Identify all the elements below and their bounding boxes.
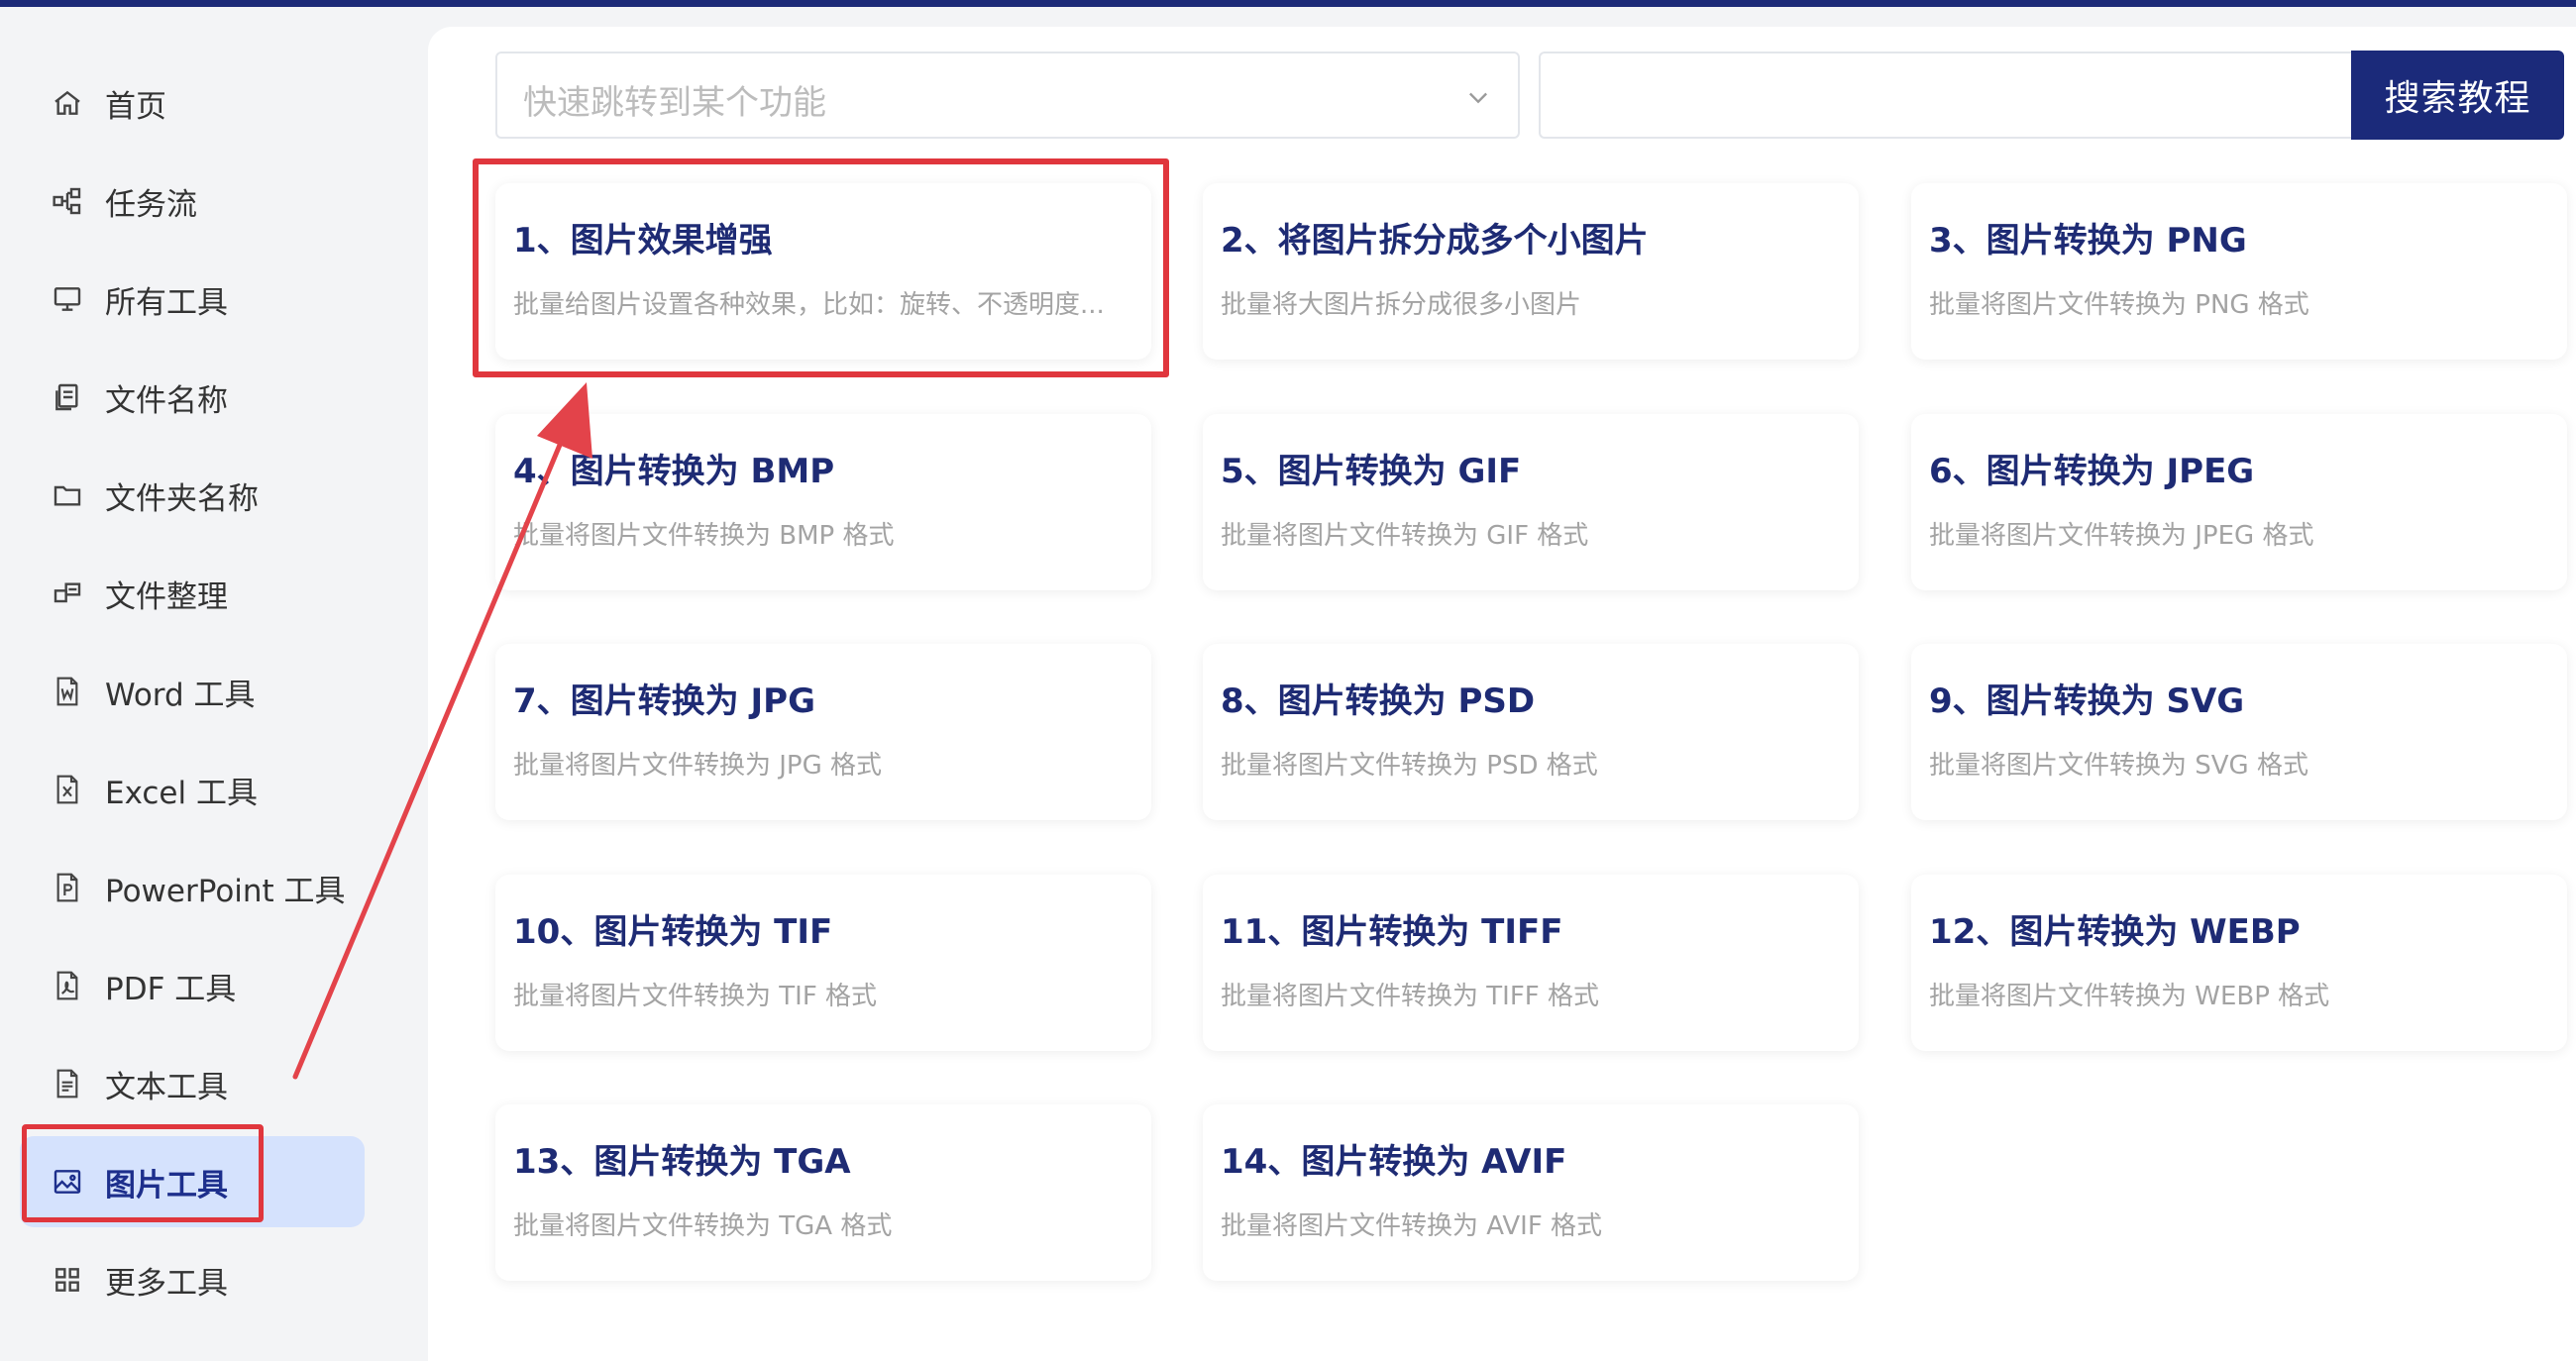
folder-icon	[48, 475, 87, 515]
sidebar-item-pdf-tools[interactable]: PDF 工具	[20, 940, 365, 1031]
tool-card[interactable]: 6、图片转换为 JPEG 批量将图片文件转换为 JPEG 格式	[1911, 414, 2567, 590]
sidebar-item-file-name[interactable]: 文件名称	[20, 352, 365, 443]
card-title: 5、图片转换为 GIF	[1221, 452, 1522, 491]
quick-jump-placeholder: 快速跳转到某个功能	[523, 83, 826, 123]
sidebar-item-label: Word 工具	[105, 677, 256, 713]
chevron-down-icon	[1469, 92, 1487, 104]
card-title: 10、图片转换为 TIF	[513, 912, 833, 952]
home-icon	[48, 83, 87, 123]
sidebar-item-excel-tools[interactable]: Excel 工具	[20, 744, 365, 835]
text-file-icon	[48, 1064, 87, 1103]
sidebar-item-more-tools[interactable]: 更多工具	[20, 1234, 365, 1325]
card-description: 批量将图片文件转换为 TGA 格式	[513, 1211, 893, 1241]
card-title: 13、图片转换为 TGA	[513, 1142, 851, 1182]
sidebar-item-folder-name[interactable]: 文件夹名称	[20, 450, 365, 541]
card-title: 8、图片转换为 PSD	[1221, 681, 1536, 721]
sidebar-item-label: 所有工具	[105, 284, 228, 321]
card-description: 批量将图片文件转换为 TIFF 格式	[1221, 982, 1599, 1011]
card-description: 批量将图片文件转换为 JPEG 格式	[1929, 521, 2314, 551]
sidebar-item-label: 任务流	[105, 186, 197, 223]
search-input[interactable]	[1539, 52, 2353, 139]
quick-jump-select[interactable]: 快速跳转到某个功能	[495, 52, 1520, 139]
card-description: 批量将图片文件转换为 TIF 格式	[513, 982, 878, 1011]
image-effect-card-highlight-box	[473, 158, 1169, 377]
sidebar-item-label: 文件夹名称	[105, 480, 259, 517]
card-title: 11、图片转换为 TIFF	[1221, 912, 1563, 952]
sidebar-item-all-tools[interactable]: 所有工具	[20, 254, 365, 345]
sidebar-item-label: PowerPoint 工具	[105, 873, 346, 909]
powerpoint-file-icon	[48, 868, 87, 907]
sidebar-item-label: 文件整理	[105, 578, 228, 615]
tool-card[interactable]: 13、图片转换为 TGA 批量将图片文件转换为 TGA 格式	[495, 1104, 1151, 1281]
sidebar-item-label: 文本工具	[105, 1069, 228, 1105]
sidebar-item-word-tools[interactable]: Word 工具	[20, 646, 365, 737]
search-tutorial-button[interactable]: 搜索教程	[2351, 51, 2564, 140]
card-title: 2、将图片拆分成多个小图片	[1221, 221, 1649, 261]
sidebar-item-label: PDF 工具	[105, 971, 237, 1007]
card-title: 3、图片转换为 PNG	[1929, 221, 2247, 261]
word-file-icon	[48, 672, 87, 711]
organize-icon	[48, 574, 87, 613]
card-description: 批量将图片文件转换为 PNG 格式	[1929, 290, 2309, 320]
sidebar-item-label: 文件名称	[105, 382, 228, 419]
tool-card[interactable]: 4、图片转换为 BMP 批量将图片文件转换为 BMP 格式	[495, 414, 1151, 590]
card-description: 批量将图片文件转换为 WEBP 格式	[1929, 982, 2330, 1011]
sidebar-item-label: 更多工具	[105, 1265, 228, 1302]
excel-file-icon	[48, 770, 87, 809]
tool-card[interactable]: 5、图片转换为 GIF 批量将图片文件转换为 GIF 格式	[1203, 414, 1859, 590]
file-copy-icon	[48, 377, 87, 417]
card-description: 批量将图片文件转换为 GIF 格式	[1221, 521, 1589, 551]
sidebar-item-powerpoint-tools[interactable]: PowerPoint 工具	[20, 842, 365, 933]
sidebar-item-label: 首页	[105, 88, 166, 125]
card-description: 批量将图片文件转换为 SVG 格式	[1929, 751, 2308, 781]
tool-card[interactable]: 9、图片转换为 SVG 批量将图片文件转换为 SVG 格式	[1911, 644, 2567, 820]
card-description: 批量将图片文件转换为 AVIF 格式	[1221, 1211, 1603, 1241]
tool-card[interactable]: 11、图片转换为 TIFF 批量将图片文件转换为 TIFF 格式	[1203, 875, 1859, 1051]
card-title: 12、图片转换为 WEBP	[1929, 912, 2301, 952]
card-description: 批量将图片文件转换为 PSD 格式	[1221, 751, 1598, 781]
monitor-icon	[48, 279, 87, 319]
card-title: 14、图片转换为 AVIF	[1221, 1142, 1567, 1182]
card-description: 批量将图片文件转换为 BMP 格式	[513, 521, 895, 551]
card-title: 9、图片转换为 SVG	[1929, 681, 2245, 721]
sidebar-item-file-organize[interactable]: 文件整理	[20, 548, 365, 639]
card-description: 批量将大图片拆分成很多小图片	[1221, 290, 1582, 320]
card-title: 4、图片转换为 BMP	[513, 452, 835, 491]
card-title: 7、图片转换为 JPG	[513, 681, 815, 721]
sidebar-item-label: Excel 工具	[105, 775, 258, 811]
tool-card[interactable]: 2、将图片拆分成多个小图片 批量将大图片拆分成很多小图片	[1203, 183, 1859, 360]
tool-card[interactable]: 8、图片转换为 PSD 批量将图片文件转换为 PSD 格式	[1203, 644, 1859, 820]
tool-card[interactable]: 14、图片转换为 AVIF 批量将图片文件转换为 AVIF 格式	[1203, 1104, 1859, 1281]
sidebar-item-home[interactable]: 首页	[20, 57, 365, 149]
sidebar-item-workflow[interactable]: 任务流	[20, 156, 365, 247]
card-title: 6、图片转换为 JPEG	[1929, 452, 2255, 491]
pdf-file-icon	[48, 966, 87, 1005]
grid-icon	[48, 1260, 87, 1300]
tool-card[interactable]: 3、图片转换为 PNG 批量将图片文件转换为 PNG 格式	[1911, 183, 2567, 360]
sidebar-item-text-tools[interactable]: 文本工具	[20, 1038, 365, 1129]
workflow-icon	[48, 181, 87, 221]
tool-card[interactable]: 10、图片转换为 TIF 批量将图片文件转换为 TIF 格式	[495, 875, 1151, 1051]
image-tools-highlight-box	[22, 1124, 264, 1222]
top-accent-bar	[0, 0, 2576, 7]
tool-card[interactable]: 12、图片转换为 WEBP 批量将图片文件转换为 WEBP 格式	[1911, 875, 2567, 1051]
tool-card[interactable]: 7、图片转换为 JPG 批量将图片文件转换为 JPG 格式	[495, 644, 1151, 820]
card-description: 批量将图片文件转换为 JPG 格式	[513, 751, 883, 781]
